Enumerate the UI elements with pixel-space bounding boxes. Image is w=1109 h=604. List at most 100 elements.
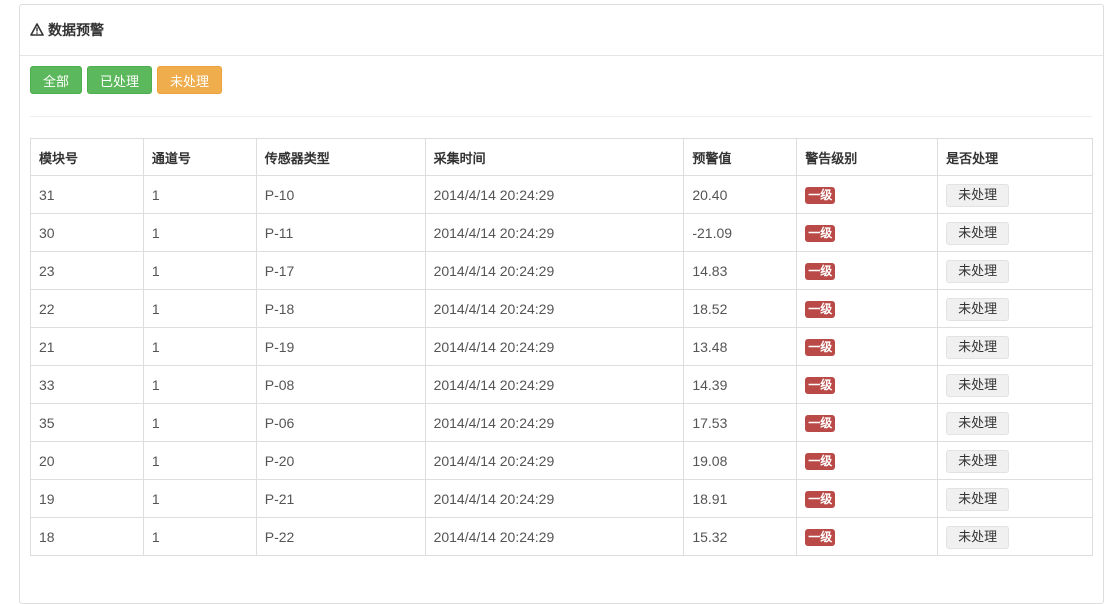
process-status-button[interactable]: 未处理	[946, 222, 1010, 245]
process-status-button[interactable]: 未处理	[946, 336, 1010, 359]
header-channel: 通道号	[142, 138, 257, 176]
cell-warning-level: 一级	[796, 327, 939, 366]
cell-warning-value: 19.08	[683, 441, 798, 480]
cell-channel: 1	[142, 479, 257, 518]
cell-sensor-type: P-08	[255, 365, 426, 404]
header-module: 模块号	[30, 138, 144, 176]
process-status-button[interactable]: 未处理	[946, 298, 1010, 321]
process-status-button[interactable]: 未处理	[946, 450, 1010, 473]
cell-collect-time: 2014/4/14 20:24:29	[424, 403, 685, 442]
table-row: 33 1 P-08 2014/4/14 20:24:29 14.39 一级 未处理	[30, 365, 1093, 404]
panel-heading: 数据预警	[20, 5, 1103, 56]
cell-collect-time: 2014/4/14 20:24:29	[424, 479, 685, 518]
level-badge: 一级	[805, 452, 836, 470]
cell-processed: 未处理	[937, 213, 1093, 252]
process-status-button[interactable]: 未处理	[946, 374, 1010, 397]
cell-warning-value: 17.53	[683, 403, 798, 442]
cell-module: 21	[30, 327, 144, 366]
cell-collect-time: 2014/4/14 20:24:29	[424, 175, 685, 214]
level-badge: 一级	[805, 300, 836, 318]
cell-processed: 未处理	[937, 479, 1093, 518]
cell-collect-time: 2014/4/14 20:24:29	[424, 251, 685, 290]
cell-channel: 1	[142, 175, 257, 214]
cell-channel: 1	[142, 213, 257, 252]
header-warning-level: 警告级别	[796, 138, 939, 176]
cell-processed: 未处理	[937, 175, 1093, 214]
cell-warning-level: 一级	[796, 403, 939, 442]
cell-sensor-type: P-19	[255, 327, 426, 366]
level-badge: 一级	[805, 262, 836, 280]
cell-warning-value: 20.40	[683, 175, 798, 214]
cell-channel: 1	[142, 327, 257, 366]
process-status-button[interactable]: 未处理	[946, 260, 1010, 283]
table-row: 18 1 P-22 2014/4/14 20:24:29 15.32 一级 未处理	[30, 517, 1093, 556]
cell-warning-level: 一级	[796, 479, 939, 518]
table-row: 22 1 P-18 2014/4/14 20:24:29 18.52 一级 未处理	[30, 289, 1093, 328]
table-row: 31 1 P-10 2014/4/14 20:24:29 20.40 一级 未处理	[30, 175, 1093, 214]
cell-processed: 未处理	[937, 517, 1093, 556]
cell-warning-value: 14.83	[683, 251, 798, 290]
level-badge: 一级	[805, 490, 836, 508]
cell-module: 22	[30, 289, 144, 328]
process-status-button[interactable]: 未处理	[946, 184, 1010, 207]
data-warning-panel: 数据预警 全部 已处理 未处理 模块号 通道号 传感器类型 采集时间 预警值 警…	[19, 4, 1104, 604]
process-status-button[interactable]: 未处理	[946, 526, 1010, 549]
filter-unprocessed-button[interactable]: 未处理	[157, 66, 223, 94]
cell-module: 23	[30, 251, 144, 290]
cell-channel: 1	[142, 289, 257, 328]
level-badge: 一级	[805, 338, 836, 356]
cell-module: 33	[30, 365, 144, 404]
process-status-button[interactable]: 未处理	[946, 412, 1010, 435]
level-badge: 一级	[805, 376, 836, 394]
table-row: 21 1 P-19 2014/4/14 20:24:29 13.48 一级 未处理	[30, 327, 1093, 366]
cell-module: 30	[30, 213, 144, 252]
cell-module: 35	[30, 403, 144, 442]
cell-warning-value: -21.09	[683, 213, 798, 252]
cell-sensor-type: P-10	[255, 175, 426, 214]
table-row: 20 1 P-20 2014/4/14 20:24:29 19.08 一级 未处理	[30, 441, 1093, 480]
cell-warning-level: 一级	[796, 175, 939, 214]
cell-processed: 未处理	[937, 289, 1093, 328]
level-badge: 一级	[805, 186, 836, 204]
cell-collect-time: 2014/4/14 20:24:29	[424, 365, 685, 404]
cell-sensor-type: P-06	[255, 403, 426, 442]
header-processed: 是否处理	[937, 138, 1093, 176]
cell-warning-value: 18.91	[683, 479, 798, 518]
warning-triangle-icon	[30, 23, 45, 37]
cell-warning-value: 13.48	[683, 327, 798, 366]
cell-warning-level: 一级	[796, 251, 939, 290]
cell-processed: 未处理	[937, 403, 1093, 442]
cell-channel: 1	[142, 251, 257, 290]
cell-channel: 1	[142, 441, 257, 480]
level-badge: 一级	[805, 224, 836, 242]
process-status-button[interactable]: 未处理	[946, 488, 1010, 511]
cell-channel: 1	[142, 365, 257, 404]
cell-warning-value: 14.39	[683, 365, 798, 404]
filter-processed-button[interactable]: 已处理	[87, 66, 153, 94]
cell-collect-time: 2014/4/14 20:24:29	[424, 213, 685, 252]
table-row: 35 1 P-06 2014/4/14 20:24:29 17.53 一级 未处理	[30, 403, 1093, 442]
cell-sensor-type: P-22	[255, 517, 426, 556]
filter-all-button[interactable]: 全部	[30, 66, 83, 94]
cell-sensor-type: P-21	[255, 479, 426, 518]
cell-sensor-type: P-20	[255, 441, 426, 480]
table-header-row: 模块号 通道号 传感器类型 采集时间 预警值 警告级别 是否处理	[30, 138, 1093, 176]
cell-processed: 未处理	[937, 365, 1093, 404]
cell-warning-level: 一级	[796, 517, 939, 556]
cell-sensor-type: P-18	[255, 289, 426, 328]
cell-warning-value: 15.32	[683, 517, 798, 556]
cell-module: 19	[30, 479, 144, 518]
cell-module: 31	[30, 175, 144, 214]
cell-warning-value: 18.52	[683, 289, 798, 328]
table-row: 19 1 P-21 2014/4/14 20:24:29 18.91 一级 未处理	[30, 479, 1093, 518]
filter-button-group: 全部 已处理 未处理	[30, 66, 223, 94]
cell-channel: 1	[142, 403, 257, 442]
cell-warning-level: 一级	[796, 213, 939, 252]
cell-sensor-type: P-11	[255, 213, 426, 252]
warning-table: 模块号 通道号 传感器类型 采集时间 预警值 警告级别 是否处理 31 1 P-10…	[30, 138, 1093, 556]
cell-channel: 1	[142, 517, 257, 556]
header-sensor-type: 传感器类型	[255, 138, 426, 176]
cell-warning-level: 一级	[796, 365, 939, 404]
cell-processed: 未处理	[937, 251, 1093, 290]
cell-collect-time: 2014/4/14 20:24:29	[424, 441, 685, 480]
